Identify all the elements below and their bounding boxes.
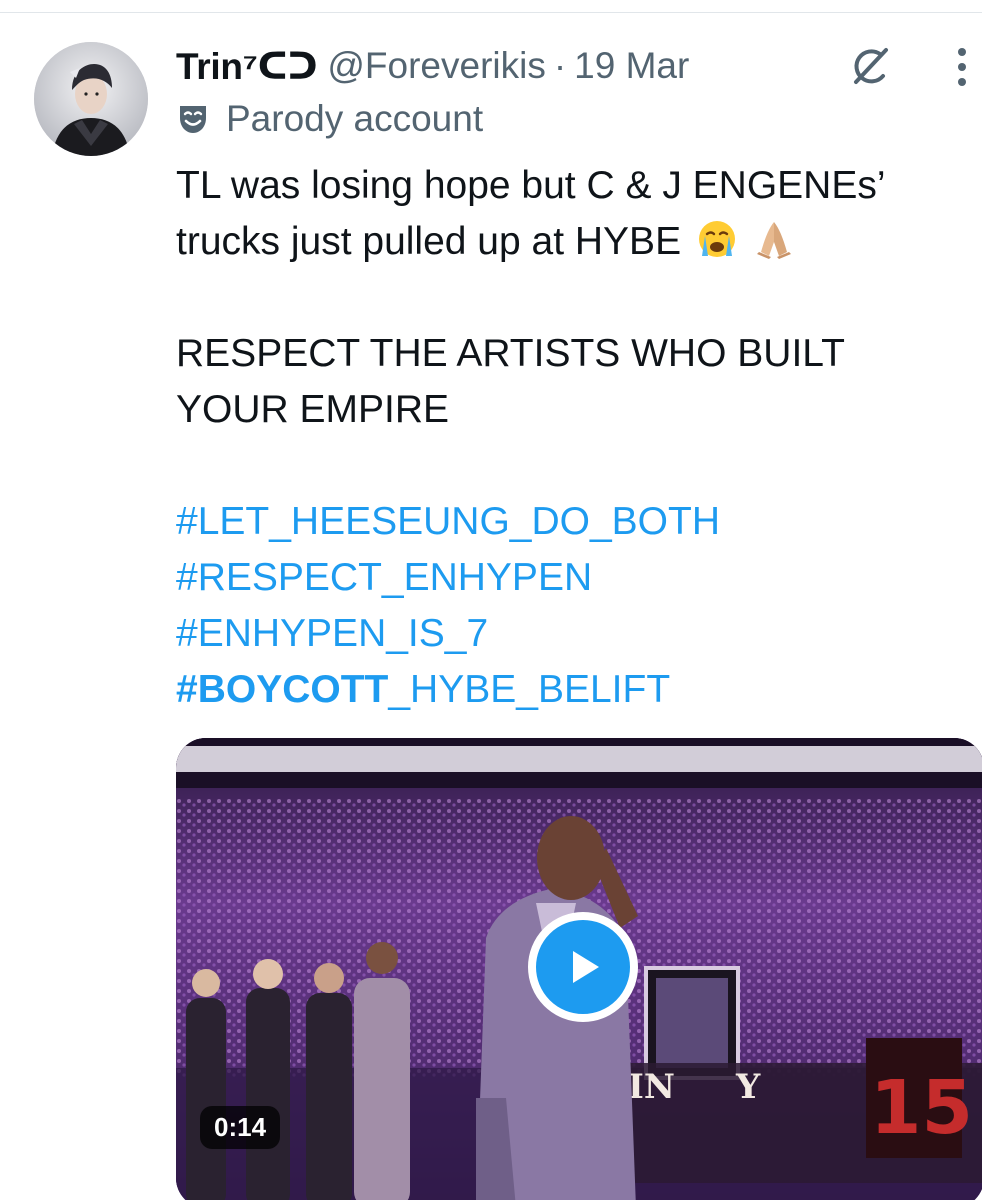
separator-dot: · [553,45,567,86]
banner-text-right: Y [735,1067,761,1107]
loudly-crying-face-icon [698,221,735,257]
parody-label: Parody account [176,96,483,142]
theater-masks-icon [180,106,206,133]
tweet-text-line: YOUR EMPIRE [176,388,450,431]
banner-text-left: IN [628,1067,675,1107]
hashtag-link[interactable]: #ENHYPEN_IS_7 [176,606,488,662]
hashtag-link[interactable]: #RESPECT_ENHYPEN [176,550,592,606]
video-duration: 0:14 [200,1106,281,1149]
jersey-number: 15 [870,1065,973,1151]
handle[interactable]: @Foreverikis [327,45,545,87]
folded-hands-icon [756,222,791,259]
more-icon[interactable] [950,44,974,90]
play-button[interactable] [528,912,638,1022]
parody-label-text: Parody account [226,98,484,139]
video-player[interactable]: IN Y 15 0:14 [176,738,982,1200]
hashtag-bold-part: #BOYCOTT [176,668,389,711]
grok-icon[interactable] [846,42,894,90]
tweet-text-line: trucks just pulled up at HYBE [176,214,795,270]
tweet-header: Trin⁷ᑕᑐ @Foreverikis · 19 Mar [176,40,689,92]
tweet-text-line: RESPECT THE ARTISTS WHO BUILT [176,332,845,375]
divider [0,12,982,13]
display-name[interactable]: Trin⁷ᑕᑐ [176,45,318,88]
timestamp[interactable]: 19 Mar [574,45,689,87]
tweet-text-line: TL was losing hope but C & J ENGENEs’ [176,164,886,207]
hashtag-link[interactable]: #LET_HEESEUNG_DO_BOTH [176,494,720,550]
tweet[interactable]: Trin⁷ᑕᑐ @Foreverikis · 19 Mar Parody acc… [0,0,982,1200]
hashtag-link[interactable]: #BOYCOTT_HYBE_BELIFT [176,662,670,718]
avatar[interactable] [34,42,148,156]
play-icon [573,951,599,983]
hashtag-rest-part: _HYBE_BELIFT [388,668,671,711]
tweet-text-span: trucks just pulled up at HYBE [176,220,682,263]
